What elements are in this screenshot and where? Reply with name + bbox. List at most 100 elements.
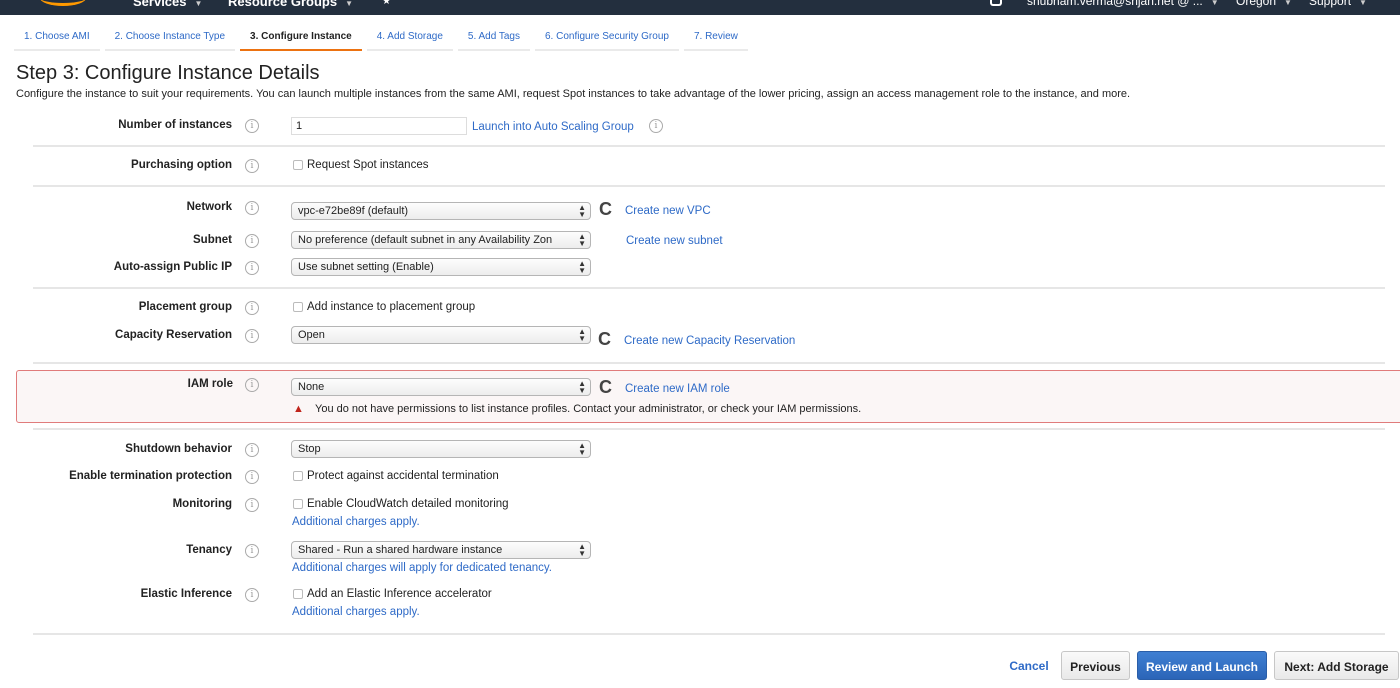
create-vpc-link[interactable]: Create new VPC: [625, 205, 711, 217]
tab-add-storage[interactable]: 4. Add Storage: [366, 27, 453, 51]
divider: [33, 145, 1385, 147]
info-icon[interactable]: i: [245, 378, 259, 392]
info-icon[interactable]: i: [245, 261, 259, 275]
row-purchasing-option: Purchasing option i Request Spot instanc…: [0, 156, 1400, 176]
support-menu[interactable]: Support ▼: [1309, 0, 1367, 8]
tab-add-tags[interactable]: 5. Add Tags: [457, 27, 530, 51]
resource-groups-menu[interactable]: Resource Groups ▼: [228, 0, 353, 9]
select-arrows-icon: ▲ ▼: [578, 441, 586, 457]
account-menu[interactable]: shubham.verma@srijan.net @ ... ▼: [1027, 0, 1219, 8]
elastic-inference-charges-link[interactable]: Additional charges apply.: [292, 606, 420, 618]
shutdown-behavior-value: Stop: [298, 443, 321, 455]
placement-group-checkbox-label[interactable]: Add instance to placement group: [307, 301, 475, 313]
divider: [33, 428, 1385, 430]
create-subnet-link[interactable]: Create new subnet: [626, 235, 723, 247]
row-shutdown-behavior: Shutdown behavior i Stop ▲ ▼: [0, 440, 1400, 460]
select-arrows-icon: ▲ ▼: [578, 259, 586, 275]
info-icon[interactable]: i: [245, 201, 259, 215]
row-network: Network i vpc-e72be89f (default) ▲ ▼ C Cr…: [0, 198, 1400, 220]
info-icon[interactable]: i: [245, 470, 259, 484]
pin-icon[interactable]: ★: [382, 0, 391, 7]
launch-auto-scaling-link[interactable]: Launch into Auto Scaling Group: [472, 121, 634, 133]
divider: [33, 362, 1385, 364]
account-label: shubham.verma@srijan.net @ ...: [1027, 0, 1203, 8]
chevron-down-icon: ▼: [1284, 0, 1292, 7]
tenancy-select[interactable]: Shared - Run a shared hardware instance …: [291, 541, 591, 559]
number-of-instances-label: Number of instances: [118, 119, 232, 131]
purchasing-option-label: Purchasing option: [131, 159, 232, 171]
row-monitoring: Monitoring i Enable CloudWatch detailed …: [0, 495, 1400, 529]
monitoring-checkbox[interactable]: [293, 499, 303, 509]
info-icon[interactable]: i: [649, 119, 663, 133]
select-arrows-icon: ▲ ▼: [578, 542, 586, 558]
tab-configure-instance[interactable]: 3. Configure Instance: [240, 27, 362, 51]
divider: [33, 287, 1385, 289]
monitoring-label: Monitoring: [172, 498, 232, 510]
page-description: Configure the instance to suit your requ…: [16, 88, 1131, 100]
bell-icon[interactable]: [990, 0, 1002, 6]
info-icon[interactable]: i: [245, 119, 259, 133]
previous-button[interactable]: Previous: [1061, 651, 1130, 680]
chevron-down-icon: ▼: [194, 0, 203, 8]
tenancy-label: Tenancy: [186, 544, 232, 556]
shutdown-behavior-select[interactable]: Stop ▲ ▼: [291, 440, 591, 458]
tab-choose-ami[interactable]: 1. Choose AMI: [14, 27, 100, 51]
aws-logo[interactable]: [40, 0, 86, 6]
elastic-inference-checkbox[interactable]: [293, 589, 303, 599]
chevron-down-icon: ▼: [1359, 0, 1367, 7]
tab-configure-security-group[interactable]: 6. Configure Security Group: [535, 27, 679, 51]
termination-protection-label: Enable termination protection: [69, 470, 232, 482]
select-arrows-icon: ▲ ▼: [578, 379, 586, 395]
next-add-storage-button[interactable]: Next: Add Storage: [1274, 651, 1399, 680]
number-of-instances-input[interactable]: [291, 117, 467, 135]
monitoring-charges-link[interactable]: Additional charges apply.: [292, 516, 420, 528]
create-capacity-reservation-link[interactable]: Create new Capacity Reservation: [624, 335, 795, 347]
warning-icon: ▲: [293, 403, 304, 415]
info-icon[interactable]: i: [245, 234, 259, 248]
info-icon[interactable]: i: [245, 329, 259, 343]
refresh-icon[interactable]: C: [599, 378, 612, 396]
row-iam-role: IAM role i None ▲ ▼ C Create new IAM role: [0, 378, 1400, 398]
review-and-launch-button[interactable]: Review and Launch: [1137, 651, 1267, 680]
row-subnet: Subnet i No preference (default subnet i…: [0, 231, 1400, 251]
elastic-inference-checkbox-label[interactable]: Add an Elastic Inference accelerator: [307, 588, 492, 600]
support-label: Support: [1309, 0, 1352, 8]
info-icon[interactable]: i: [245, 544, 259, 558]
capacity-reservation-select[interactable]: Open ▲ ▼: [291, 326, 591, 344]
cancel-button[interactable]: Cancel: [1004, 651, 1054, 680]
top-nav-bar: Services ▼ Resource Groups ▼ ★ shubham.ver…: [0, 0, 1400, 15]
row-tenancy: Tenancy i Shared - Run a shared hardware…: [0, 541, 1400, 575]
info-icon[interactable]: i: [245, 443, 259, 457]
subnet-select[interactable]: No preference (default subnet in any Ava…: [291, 231, 591, 249]
row-elastic-inference: Elastic Inference i Add an Elastic Infer…: [0, 585, 1400, 619]
termination-protection-checkbox-label[interactable]: Protect against accidental termination: [307, 470, 499, 482]
network-select[interactable]: vpc-e72be89f (default) ▲ ▼: [291, 202, 591, 220]
tenancy-charges-link[interactable]: Additional charges will apply for dedica…: [292, 562, 552, 574]
monitoring-checkbox-label[interactable]: Enable CloudWatch detailed monitoring: [307, 498, 509, 510]
tab-choose-instance-type[interactable]: 2. Choose Instance Type: [104, 27, 236, 51]
placement-group-checkbox[interactable]: [293, 302, 303, 312]
request-spot-label[interactable]: Request Spot instances: [307, 159, 428, 171]
capacity-reservation-label: Capacity Reservation: [115, 329, 232, 341]
row-placement-group: Placement group i Add instance to placem…: [0, 298, 1400, 318]
services-menu[interactable]: Services ▼: [133, 0, 202, 9]
divider: [33, 633, 1385, 635]
refresh-icon[interactable]: C: [598, 330, 611, 348]
tab-review[interactable]: 7. Review: [683, 27, 748, 51]
info-icon[interactable]: i: [245, 159, 259, 173]
chevron-down-icon: ▼: [1210, 0, 1219, 7]
resource-groups-label: Resource Groups: [228, 0, 338, 9]
request-spot-checkbox[interactable]: [293, 160, 303, 170]
info-icon[interactable]: i: [245, 588, 259, 602]
info-icon[interactable]: i: [245, 498, 259, 512]
services-label: Services: [133, 0, 187, 9]
iam-role-select[interactable]: None ▲ ▼: [291, 378, 591, 396]
auto-assign-ip-select[interactable]: Use subnet setting (Enable) ▲ ▼: [291, 258, 591, 276]
termination-protection-checkbox[interactable]: [293, 471, 303, 481]
region-menu[interactable]: Oregon ▼: [1236, 0, 1292, 8]
info-icon[interactable]: i: [245, 301, 259, 315]
create-iam-role-link[interactable]: Create new IAM role: [625, 383, 730, 395]
refresh-icon[interactable]: C: [599, 200, 612, 218]
iam-role-value: None: [298, 381, 325, 393]
footer-actions: Cancel Previous Review and Launch Next: …: [0, 651, 1400, 681]
